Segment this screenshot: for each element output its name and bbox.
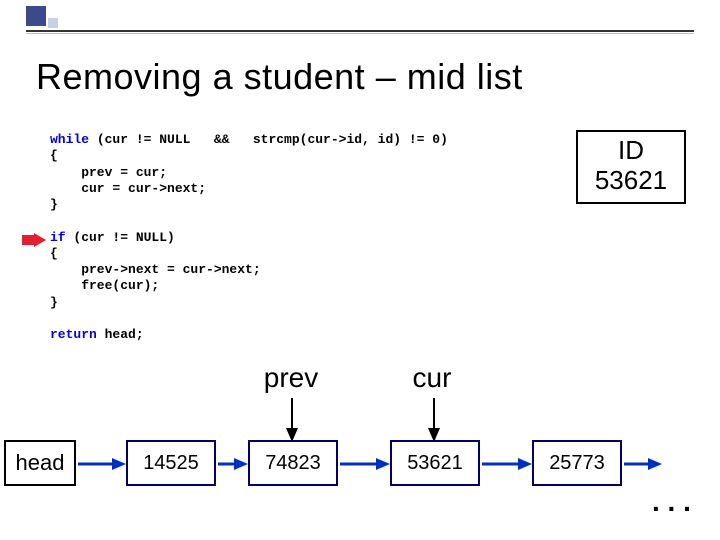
kw-return: return bbox=[50, 327, 97, 342]
list-node: 14525 bbox=[126, 440, 216, 486]
node-value: 74823 bbox=[265, 452, 321, 474]
code-line-3: prev = cur; bbox=[50, 165, 167, 180]
code-line-1b: (cur != NULL && strcmp(cur->id, id) != 0… bbox=[89, 132, 448, 147]
code-line-5: } bbox=[50, 197, 58, 212]
divider-thin bbox=[26, 33, 694, 34]
cur-pointer-label: cur bbox=[397, 362, 467, 394]
node-value: 25773 bbox=[549, 452, 605, 474]
code-line-13b: head; bbox=[97, 327, 144, 342]
list-node: 25773 bbox=[532, 440, 622, 486]
target-id-box: ID 53621 bbox=[576, 130, 686, 204]
current-line-arrow-icon bbox=[22, 233, 46, 245]
link-arrow-icon bbox=[218, 456, 248, 477]
link-arrow-icon bbox=[340, 456, 390, 477]
accent-square-large bbox=[26, 6, 46, 26]
list-node: 53621 bbox=[390, 440, 480, 486]
kw-if: if bbox=[50, 230, 66, 245]
id-label: ID bbox=[584, 136, 678, 166]
head-box: head bbox=[4, 440, 76, 486]
code-line-11: } bbox=[50, 295, 58, 310]
node-value: 14525 bbox=[143, 452, 199, 474]
slide-topband bbox=[0, 0, 720, 34]
ellipsis: . . . bbox=[652, 486, 691, 518]
code-block: while (cur != NULL && strcmp(cur->id, id… bbox=[50, 132, 448, 343]
kw-while: while bbox=[50, 132, 89, 147]
id-value: 53621 bbox=[584, 166, 678, 196]
link-arrow-icon bbox=[624, 456, 662, 477]
link-arrow-icon bbox=[482, 456, 532, 477]
code-line-7b: (cur != NULL) bbox=[66, 230, 175, 245]
accent-square-small bbox=[48, 18, 58, 28]
code-line-9: prev->next = cur->next; bbox=[50, 262, 261, 277]
head-label: head bbox=[16, 450, 65, 475]
code-line-4: cur = cur->next; bbox=[50, 181, 206, 196]
node-value: 53621 bbox=[407, 452, 463, 474]
slide-title: Removing a student – mid list bbox=[36, 56, 696, 98]
list-node: 74823 bbox=[248, 440, 338, 486]
link-arrow-icon bbox=[78, 456, 126, 477]
code-line-10: free(cur); bbox=[50, 278, 159, 293]
code-line-8: { bbox=[50, 246, 58, 261]
prev-pointer-label: prev bbox=[246, 362, 336, 394]
code-line-2: { bbox=[50, 148, 58, 163]
divider-thick bbox=[26, 30, 694, 32]
